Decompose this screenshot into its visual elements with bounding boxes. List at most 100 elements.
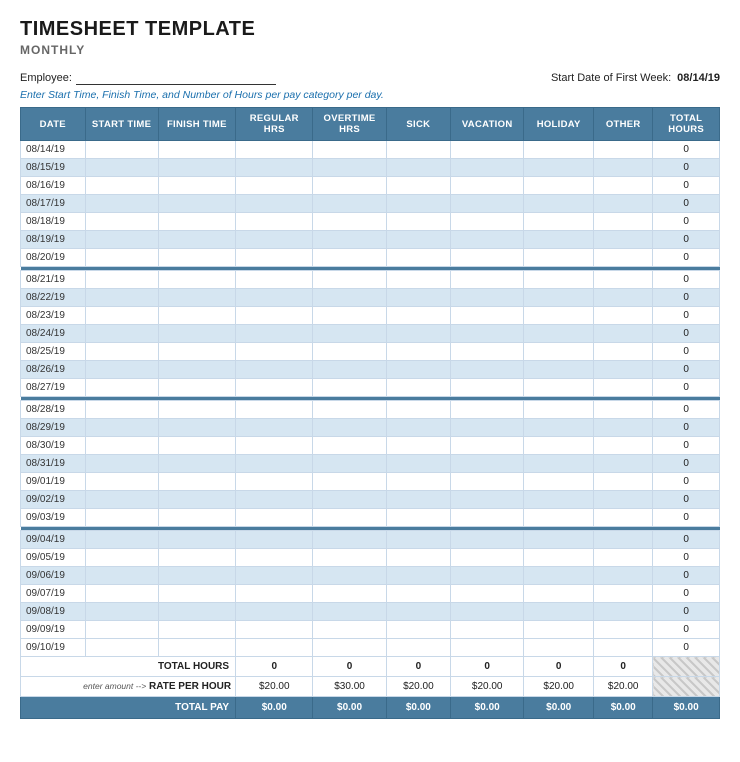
cell-start[interactable] [85, 213, 158, 231]
cell-sick[interactable] [386, 419, 451, 437]
cell-holiday[interactable] [524, 455, 594, 473]
cell-vacation[interactable] [451, 549, 524, 567]
cell-overtime[interactable] [313, 379, 386, 397]
cell-overtime[interactable] [313, 195, 386, 213]
cell-overtime[interactable] [313, 419, 386, 437]
cell-finish[interactable] [158, 419, 235, 437]
cell-other[interactable] [594, 585, 653, 603]
cell-regular[interactable] [236, 177, 313, 195]
cell-regular[interactable] [236, 343, 313, 361]
cell-sick[interactable] [386, 325, 451, 343]
cell-start[interactable] [85, 231, 158, 249]
cell-vacation[interactable] [451, 401, 524, 419]
cell-regular[interactable] [236, 325, 313, 343]
cell-vacation[interactable] [451, 177, 524, 195]
cell-regular[interactable] [236, 509, 313, 527]
cell-finish[interactable] [158, 177, 235, 195]
cell-other[interactable] [594, 473, 653, 491]
cell-sick[interactable] [386, 567, 451, 585]
cell-finish[interactable] [158, 549, 235, 567]
rate-holiday[interactable]: $20.00 [524, 677, 594, 697]
cell-other[interactable] [594, 603, 653, 621]
cell-regular[interactable] [236, 249, 313, 267]
cell-sick[interactable] [386, 437, 451, 455]
cell-other[interactable] [594, 289, 653, 307]
cell-vacation[interactable] [451, 249, 524, 267]
cell-other[interactable] [594, 419, 653, 437]
cell-sick[interactable] [386, 271, 451, 289]
cell-sick[interactable] [386, 343, 451, 361]
cell-vacation[interactable] [451, 289, 524, 307]
cell-holiday[interactable] [524, 491, 594, 509]
cell-holiday[interactable] [524, 231, 594, 249]
cell-sick[interactable] [386, 177, 451, 195]
cell-holiday[interactable] [524, 419, 594, 437]
cell-other[interactable] [594, 307, 653, 325]
cell-sick[interactable] [386, 531, 451, 549]
cell-holiday[interactable] [524, 177, 594, 195]
cell-other[interactable] [594, 195, 653, 213]
cell-sick[interactable] [386, 249, 451, 267]
cell-vacation[interactable] [451, 379, 524, 397]
cell-start[interactable] [85, 585, 158, 603]
rate-overtime[interactable]: $30.00 [313, 677, 386, 697]
cell-vacation[interactable] [451, 531, 524, 549]
cell-regular[interactable] [236, 639, 313, 657]
cell-start[interactable] [85, 639, 158, 657]
cell-overtime[interactable] [313, 307, 386, 325]
cell-finish[interactable] [158, 159, 235, 177]
cell-holiday[interactable] [524, 401, 594, 419]
cell-finish[interactable] [158, 455, 235, 473]
cell-regular[interactable] [236, 231, 313, 249]
cell-start[interactable] [85, 271, 158, 289]
cell-regular[interactable] [236, 271, 313, 289]
cell-holiday[interactable] [524, 509, 594, 527]
cell-regular[interactable] [236, 141, 313, 159]
cell-regular[interactable] [236, 491, 313, 509]
cell-finish[interactable] [158, 491, 235, 509]
cell-sick[interactable] [386, 195, 451, 213]
cell-start[interactable] [85, 603, 158, 621]
cell-vacation[interactable] [451, 455, 524, 473]
cell-overtime[interactable] [313, 437, 386, 455]
cell-overtime[interactable] [313, 177, 386, 195]
cell-regular[interactable] [236, 213, 313, 231]
cell-other[interactable] [594, 621, 653, 639]
cell-start[interactable] [85, 401, 158, 419]
cell-holiday[interactable] [524, 473, 594, 491]
cell-vacation[interactable] [451, 307, 524, 325]
cell-overtime[interactable] [313, 271, 386, 289]
cell-start[interactable] [85, 249, 158, 267]
cell-regular[interactable] [236, 531, 313, 549]
cell-holiday[interactable] [524, 585, 594, 603]
cell-overtime[interactable] [313, 549, 386, 567]
cell-regular[interactable] [236, 455, 313, 473]
cell-overtime[interactable] [313, 213, 386, 231]
cell-vacation[interactable] [451, 213, 524, 231]
cell-overtime[interactable] [313, 509, 386, 527]
cell-sick[interactable] [386, 401, 451, 419]
cell-vacation[interactable] [451, 473, 524, 491]
cell-sick[interactable] [386, 473, 451, 491]
cell-vacation[interactable] [451, 419, 524, 437]
cell-holiday[interactable] [524, 343, 594, 361]
cell-overtime[interactable] [313, 491, 386, 509]
cell-other[interactable] [594, 325, 653, 343]
cell-sick[interactable] [386, 549, 451, 567]
cell-overtime[interactable] [313, 455, 386, 473]
cell-start[interactable] [85, 325, 158, 343]
cell-start[interactable] [85, 159, 158, 177]
cell-start[interactable] [85, 343, 158, 361]
cell-finish[interactable] [158, 603, 235, 621]
cell-overtime[interactable] [313, 249, 386, 267]
cell-start[interactable] [85, 177, 158, 195]
cell-finish[interactable] [158, 509, 235, 527]
cell-sick[interactable] [386, 603, 451, 621]
cell-regular[interactable] [236, 159, 313, 177]
rate-vacation[interactable]: $20.00 [451, 677, 524, 697]
cell-other[interactable] [594, 213, 653, 231]
cell-other[interactable] [594, 567, 653, 585]
cell-finish[interactable] [158, 531, 235, 549]
cell-overtime[interactable] [313, 231, 386, 249]
cell-start[interactable] [85, 531, 158, 549]
